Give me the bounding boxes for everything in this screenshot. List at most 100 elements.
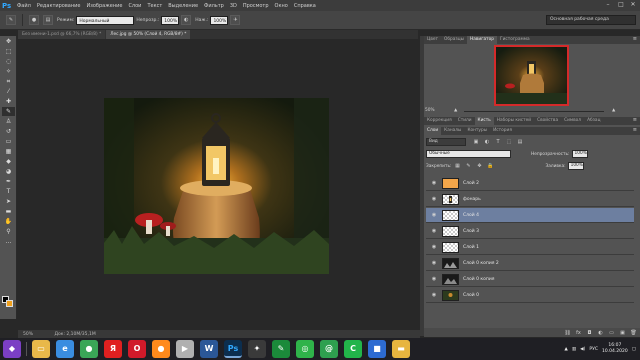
lock-position-icon[interactable]: ✥ bbox=[475, 162, 483, 170]
tab-character[interactable]: Символ bbox=[561, 117, 584, 125]
zoom-level[interactable]: 50% bbox=[23, 332, 33, 337]
eye-icon[interactable]: ◉ bbox=[429, 290, 439, 300]
tab-paths[interactable]: Контуры bbox=[464, 127, 490, 135]
filter-type-icon[interactable]: T bbox=[494, 138, 502, 146]
brush-preset-icon[interactable]: ● bbox=[29, 15, 39, 25]
gradient-tool-icon[interactable]: ▦ bbox=[2, 147, 15, 156]
tab-color[interactable]: Цвет bbox=[424, 36, 441, 44]
zoom-slider[interactable] bbox=[464, 111, 604, 112]
blur-tool-icon[interactable]: ◆ bbox=[2, 157, 15, 166]
tab-brush-presets[interactable]: Наборы кистей bbox=[494, 117, 534, 125]
menu-window[interactable]: Окно bbox=[275, 3, 288, 9]
history-brush-tool-icon[interactable]: ↺ bbox=[2, 127, 15, 136]
layer-row[interactable]: ◉ Слой 2 bbox=[426, 176, 634, 191]
layer-row[interactable]: ◉ Слой 0 bbox=[426, 288, 634, 303]
opera-icon[interactable]: O bbox=[128, 340, 146, 358]
workspace-select[interactable]: Основная рабочая среда bbox=[546, 15, 636, 25]
lasso-tool-icon[interactable]: ◌ bbox=[2, 57, 15, 66]
folder-icon[interactable]: ▬ bbox=[392, 340, 410, 358]
ie-icon[interactable]: e bbox=[56, 340, 74, 358]
new-layer-icon[interactable]: ▣ bbox=[618, 330, 627, 336]
menu-3d[interactable]: 3D bbox=[230, 3, 237, 9]
photoshop-icon[interactable]: Ps bbox=[224, 340, 242, 358]
layer-row[interactable]: ◉ фонарь bbox=[426, 192, 634, 207]
menu-text[interactable]: Текст bbox=[147, 3, 162, 9]
doc-tab-untitled[interactable]: Без имени-1.psd @ 66,7% (RGB/8) * bbox=[18, 30, 106, 39]
eyedropper-tool-icon[interactable]: ⁄ bbox=[2, 87, 15, 96]
pen-tool-icon[interactable]: ✒ bbox=[2, 177, 15, 186]
close-icon[interactable]: ✕ bbox=[627, 0, 639, 10]
app-icon[interactable]: ✦ bbox=[248, 340, 266, 358]
eraser-tool-icon[interactable]: ▭ bbox=[2, 137, 15, 146]
layer-row[interactable]: ◉ Слой 3 bbox=[426, 224, 634, 239]
brush-tool-icon[interactable]: ✎ bbox=[6, 15, 16, 25]
eye-icon[interactable]: ◉ bbox=[429, 194, 439, 204]
layer-opacity-field[interactable]: 100% bbox=[571, 150, 588, 158]
background-color-swatch[interactable] bbox=[6, 300, 13, 307]
layer-row[interactable]: ◉ Слой 0 копия 2 bbox=[426, 256, 634, 271]
explorer-icon[interactable]: ▭ bbox=[32, 340, 50, 358]
minimize-icon[interactable]: – bbox=[602, 0, 614, 10]
menu-image[interactable]: Изображение bbox=[86, 3, 122, 9]
dodge-tool-icon[interactable]: ◕ bbox=[2, 167, 15, 176]
word-icon[interactable]: W bbox=[200, 340, 218, 358]
delete-layer-icon[interactable]: 🗑 bbox=[629, 330, 638, 336]
tab-channels[interactable]: Каналы bbox=[441, 127, 464, 135]
marquee-tool-icon[interactable]: ⬚ bbox=[2, 47, 15, 56]
firefox-icon[interactable]: ● bbox=[152, 340, 170, 358]
opacity-pressure-icon[interactable]: ◐ bbox=[181, 15, 192, 25]
tab-layers[interactable]: Слои bbox=[424, 127, 442, 135]
link-layers-icon[interactable]: ⛓ bbox=[563, 330, 572, 336]
tab-adjustments[interactable]: Коррекция bbox=[424, 117, 455, 125]
shape-tool-icon[interactable]: ▬ bbox=[2, 207, 15, 216]
tab-styles[interactable]: Стили bbox=[455, 117, 475, 125]
tab-brush[interactable]: Кисть bbox=[474, 117, 494, 125]
hand-tool-icon[interactable]: ✋ bbox=[2, 217, 15, 226]
crop-tool-icon[interactable]: ⌗ bbox=[2, 77, 15, 86]
filter-pixel-icon[interactable]: ▣ bbox=[472, 138, 480, 146]
zoom-out-icon[interactable]: ▲ bbox=[454, 108, 457, 113]
brush-tool-icon[interactable]: ✎ bbox=[2, 107, 15, 116]
layer-filter-select[interactable]: Вид bbox=[426, 138, 466, 146]
tab-paragraph[interactable]: Абзац bbox=[584, 117, 603, 125]
start-icon[interactable]: ◆ bbox=[3, 340, 21, 358]
menu-filter[interactable]: Фильтр bbox=[204, 3, 224, 9]
yandex-icon[interactable]: Я bbox=[104, 340, 122, 358]
zoom-tool-icon[interactable]: ⚲ bbox=[2, 227, 15, 236]
lock-transparent-icon[interactable]: ▦ bbox=[453, 162, 461, 170]
adjustment-layer-icon[interactable]: ◐ bbox=[596, 330, 605, 336]
menu-layers[interactable]: Слои bbox=[128, 3, 141, 9]
type-tool-icon[interactable]: T bbox=[2, 187, 15, 196]
airbrush-icon[interactable]: ✈ bbox=[230, 15, 241, 25]
move-tool-icon[interactable]: ✥ bbox=[2, 37, 15, 46]
layer-row[interactable]: ◉ Слой 0 копия bbox=[426, 272, 634, 287]
navigator-zoom[interactable]: 50% bbox=[425, 108, 435, 113]
more-tools-icon[interactable]: … bbox=[2, 237, 15, 246]
zoom-in-icon[interactable]: ▲ bbox=[612, 108, 615, 113]
tab-swatches[interactable]: Образцы bbox=[441, 36, 467, 44]
pressure-field[interactable]: 100% bbox=[210, 15, 229, 25]
document-image[interactable] bbox=[104, 98, 329, 274]
media-icon[interactable]: ▶ bbox=[176, 340, 194, 358]
panel-menu-icon[interactable]: ≡ bbox=[633, 117, 637, 123]
healing-tool-icon[interactable]: ✚ bbox=[2, 97, 15, 106]
opacity-field[interactable]: 100% bbox=[161, 15, 180, 25]
eye-icon[interactable]: ◉ bbox=[429, 210, 439, 220]
menu-select[interactable]: Выделение bbox=[168, 3, 198, 9]
green-app-icon[interactable]: ✎ bbox=[272, 340, 290, 358]
blend-mode-select[interactable]: Обычные bbox=[426, 150, 511, 158]
eye-icon[interactable]: ◉ bbox=[429, 242, 439, 252]
camera-icon[interactable]: ■ bbox=[368, 340, 386, 358]
filter-smart-icon[interactable]: ▤ bbox=[516, 138, 524, 146]
layer-style-icon[interactable]: fx bbox=[574, 330, 583, 336]
lock-all-icon[interactable]: 🔒 bbox=[486, 162, 494, 170]
notifications-icon[interactable]: ▢ bbox=[632, 347, 636, 352]
menu-file[interactable]: Файл bbox=[17, 3, 31, 9]
tab-histogram[interactable]: Гистограмма bbox=[497, 36, 533, 44]
layer-row[interactable]: ◉ Слой 1 bbox=[426, 240, 634, 255]
volume-icon[interactable]: ◀) bbox=[580, 347, 585, 352]
tab-properties[interactable]: Свойства bbox=[534, 117, 561, 125]
chrome-icon[interactable]: ● bbox=[80, 340, 98, 358]
menu-edit[interactable]: Редактирование bbox=[37, 3, 81, 9]
tray-arrow-icon[interactable]: ▲ bbox=[564, 347, 567, 352]
